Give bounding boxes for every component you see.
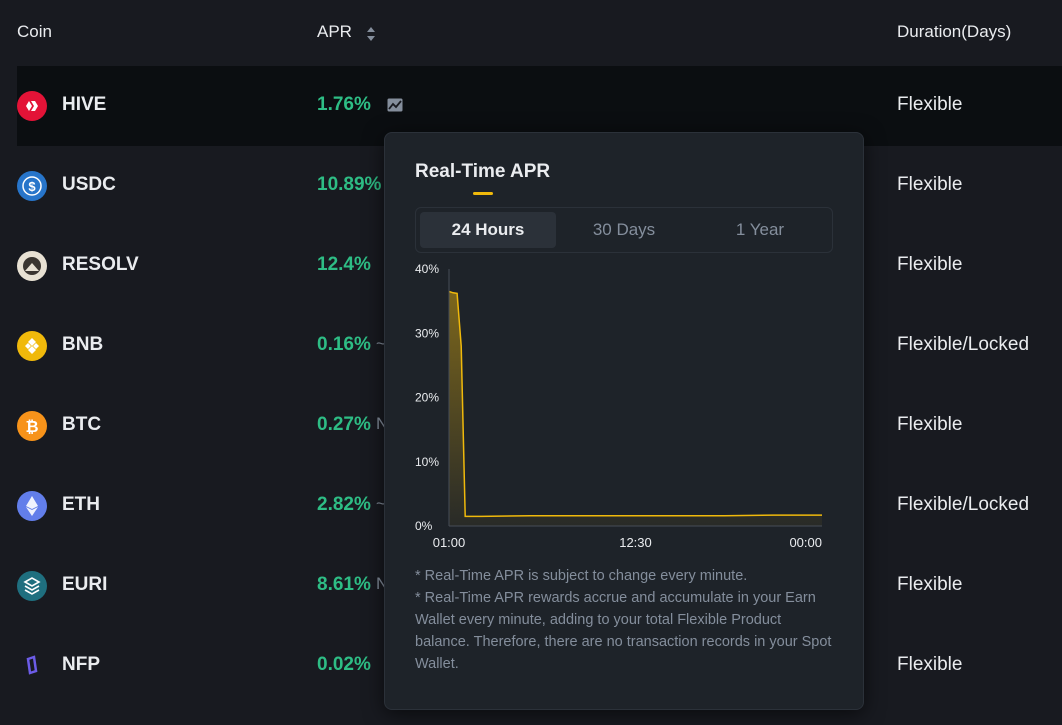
duration-value: Flexible/Locked xyxy=(897,334,1030,355)
apr-value: 0.02% xyxy=(317,654,371,675)
note-1: * Real-Time APR is subject to change eve… xyxy=(415,568,748,584)
duration-value: Flexible xyxy=(897,574,963,595)
y-tick-label: 30% xyxy=(415,326,439,340)
y-tick-label: 40% xyxy=(415,262,439,276)
y-tick-label: 20% xyxy=(415,391,439,405)
note-2: * Real-Time APR rewards accrue and accum… xyxy=(415,590,832,672)
coin-name: USDC xyxy=(62,174,116,195)
nfp-icon xyxy=(26,655,38,675)
coin-name: HIVE xyxy=(62,94,107,115)
coin-name: EURI xyxy=(62,574,108,595)
popup-title: Real-Time APR xyxy=(415,161,551,182)
bnb-icon xyxy=(17,331,47,361)
apr-chart-icon[interactable] xyxy=(387,98,403,112)
usdc-icon: $ xyxy=(17,171,47,201)
x-tick-label: 00:00 xyxy=(789,535,822,550)
coin-name: BTC xyxy=(62,414,102,435)
duration-value: Flexible xyxy=(897,414,963,435)
eth-icon xyxy=(17,491,47,521)
sort-icon[interactable] xyxy=(365,25,377,43)
svg-text:₿: ₿ xyxy=(25,417,38,436)
period-tabs: 24 Hours 30 Days 1 Year xyxy=(415,207,833,253)
btc-icon: ₿ xyxy=(17,411,47,441)
apr-area-chart: 0% 10% 20% 30% 40% 01:00 12:30 00:00 xyxy=(415,262,822,550)
coin-name: NFP xyxy=(62,654,100,675)
x-tick-label: 01:00 xyxy=(433,535,466,550)
apr-value: 1.76% xyxy=(317,94,371,115)
duration-value: Flexible xyxy=(897,654,963,675)
duration-value: Flexible xyxy=(897,174,963,195)
y-tick-label: 0% xyxy=(415,519,433,533)
tab-1-year[interactable]: 1 Year xyxy=(692,212,828,248)
coin-column-header: Coin xyxy=(17,22,52,41)
coin-name: RESOLV xyxy=(62,254,139,275)
apr-value: 12.4% xyxy=(317,254,371,275)
tab-24-hours[interactable]: 24 Hours xyxy=(420,212,556,248)
svg-text:$: $ xyxy=(28,179,36,194)
apr-value: 2.82% xyxy=(317,494,371,515)
resolv-icon xyxy=(17,251,47,281)
coin-name: ETH xyxy=(62,494,100,515)
title-underline xyxy=(473,192,493,195)
table-header: Coin APR Duration(Days) xyxy=(0,0,1062,66)
x-tick-label: 12:30 xyxy=(619,535,652,550)
euri-icon xyxy=(17,571,47,601)
coin-name: BNB xyxy=(62,334,104,355)
duration-value: Flexible xyxy=(897,94,963,115)
apr-value: 10.89% xyxy=(317,174,382,195)
apr-column-header[interactable]: APR xyxy=(317,22,352,42)
tab-30-days[interactable]: 30 Days xyxy=(556,212,692,248)
apr-value: 0.16% xyxy=(317,334,371,355)
y-tick-label: 10% xyxy=(415,455,439,469)
apr-area-fill xyxy=(449,291,822,526)
real-time-apr-popup: Real-Time APR 24 Hours 30 Days 1 Year 0%… xyxy=(384,132,864,710)
apr-series-line xyxy=(448,290,822,518)
duration-column-header: Duration(Days) xyxy=(897,22,1012,41)
hive-icon xyxy=(17,91,47,121)
apr-value: 0.27% xyxy=(317,414,371,435)
duration-value: Flexible/Locked xyxy=(897,494,1030,515)
apr-value: 8.61% xyxy=(317,574,371,595)
duration-value: Flexible xyxy=(897,254,963,275)
